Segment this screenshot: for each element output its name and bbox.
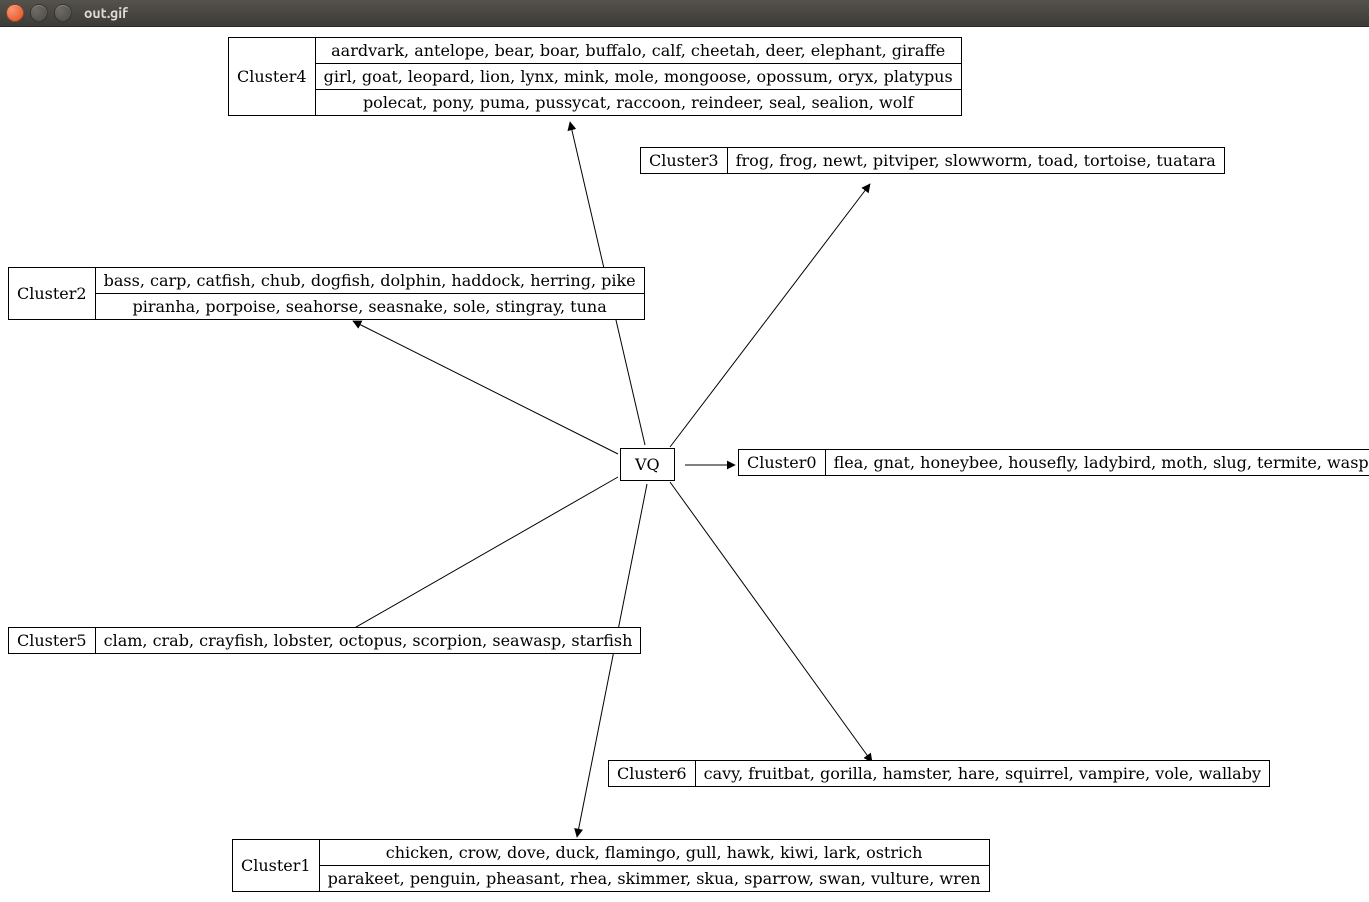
edge-vq-c6 — [670, 482, 872, 762]
cluster0-row0: flea, gnat, honeybee, housefly, ladybird… — [825, 450, 1369, 476]
close-icon[interactable] — [6, 4, 24, 22]
node-cluster6: Cluster6 cavy, fruitbat, gorilla, hamste… — [608, 760, 1270, 787]
node-cluster0: Cluster0 flea, gnat, honeybee, housefly,… — [738, 449, 1369, 476]
node-vq: VQ — [620, 448, 675, 481]
window-title: out.gif — [84, 5, 128, 21]
window-titlebar: out.gif — [0, 0, 1369, 27]
minimize-icon[interactable] — [30, 4, 48, 22]
cluster1-row1: parakeet, penguin, pheasant, rhea, skimm… — [319, 866, 989, 892]
cluster0-label: Cluster0 — [739, 450, 826, 476]
cluster4-row2: polecat, pony, puma, pussycat, raccoon, … — [315, 90, 961, 116]
maximize-icon[interactable] — [54, 4, 72, 22]
cluster2-row1: piranha, porpoise, seahorse, seasnake, s… — [95, 294, 644, 320]
diagram-canvas: VQ Cluster0 flea, gnat, honeybee, housef… — [0, 27, 1369, 902]
cluster5-row0: clam, crab, crayfish, lobster, octopus, … — [95, 628, 641, 654]
cluster2-label: Cluster2 — [9, 268, 96, 320]
node-cluster1: Cluster1 chicken, crow, dove, duck, flam… — [232, 839, 990, 892]
node-cluster5: Cluster5 clam, crab, crayfish, lobster, … — [8, 627, 641, 654]
cluster3-label: Cluster3 — [641, 148, 728, 174]
cluster1-label: Cluster1 — [233, 840, 320, 892]
node-cluster4: Cluster4 aardvark, antelope, bear, boar,… — [228, 37, 962, 116]
cluster4-label: Cluster4 — [229, 38, 316, 116]
node-cluster3: Cluster3 frog, frog, newt, pitviper, slo… — [640, 147, 1225, 174]
edge-vq-c2 — [353, 321, 618, 454]
edge-vq-c3 — [670, 184, 870, 447]
cluster4-row0: aardvark, antelope, bear, boar, buffalo,… — [315, 38, 961, 64]
cluster2-row0: bass, carp, catfish, chub, dogfish, dolp… — [95, 268, 644, 294]
node-vq-label: VQ — [635, 455, 660, 474]
cluster5-label: Cluster5 — [9, 628, 96, 654]
edge-vq-c5 — [337, 477, 618, 638]
cluster6-row0: cavy, fruitbat, gorilla, hamster, hare, … — [695, 761, 1269, 787]
node-cluster2: Cluster2 bass, carp, catfish, chub, dogf… — [8, 267, 645, 320]
cluster4-row1: girl, goat, leopard, lion, lynx, mink, m… — [315, 64, 961, 90]
cluster6-label: Cluster6 — [609, 761, 696, 787]
cluster1-row0: chicken, crow, dove, duck, flamingo, gul… — [319, 840, 989, 866]
cluster3-row0: frog, frog, newt, pitviper, slowworm, to… — [727, 148, 1224, 174]
